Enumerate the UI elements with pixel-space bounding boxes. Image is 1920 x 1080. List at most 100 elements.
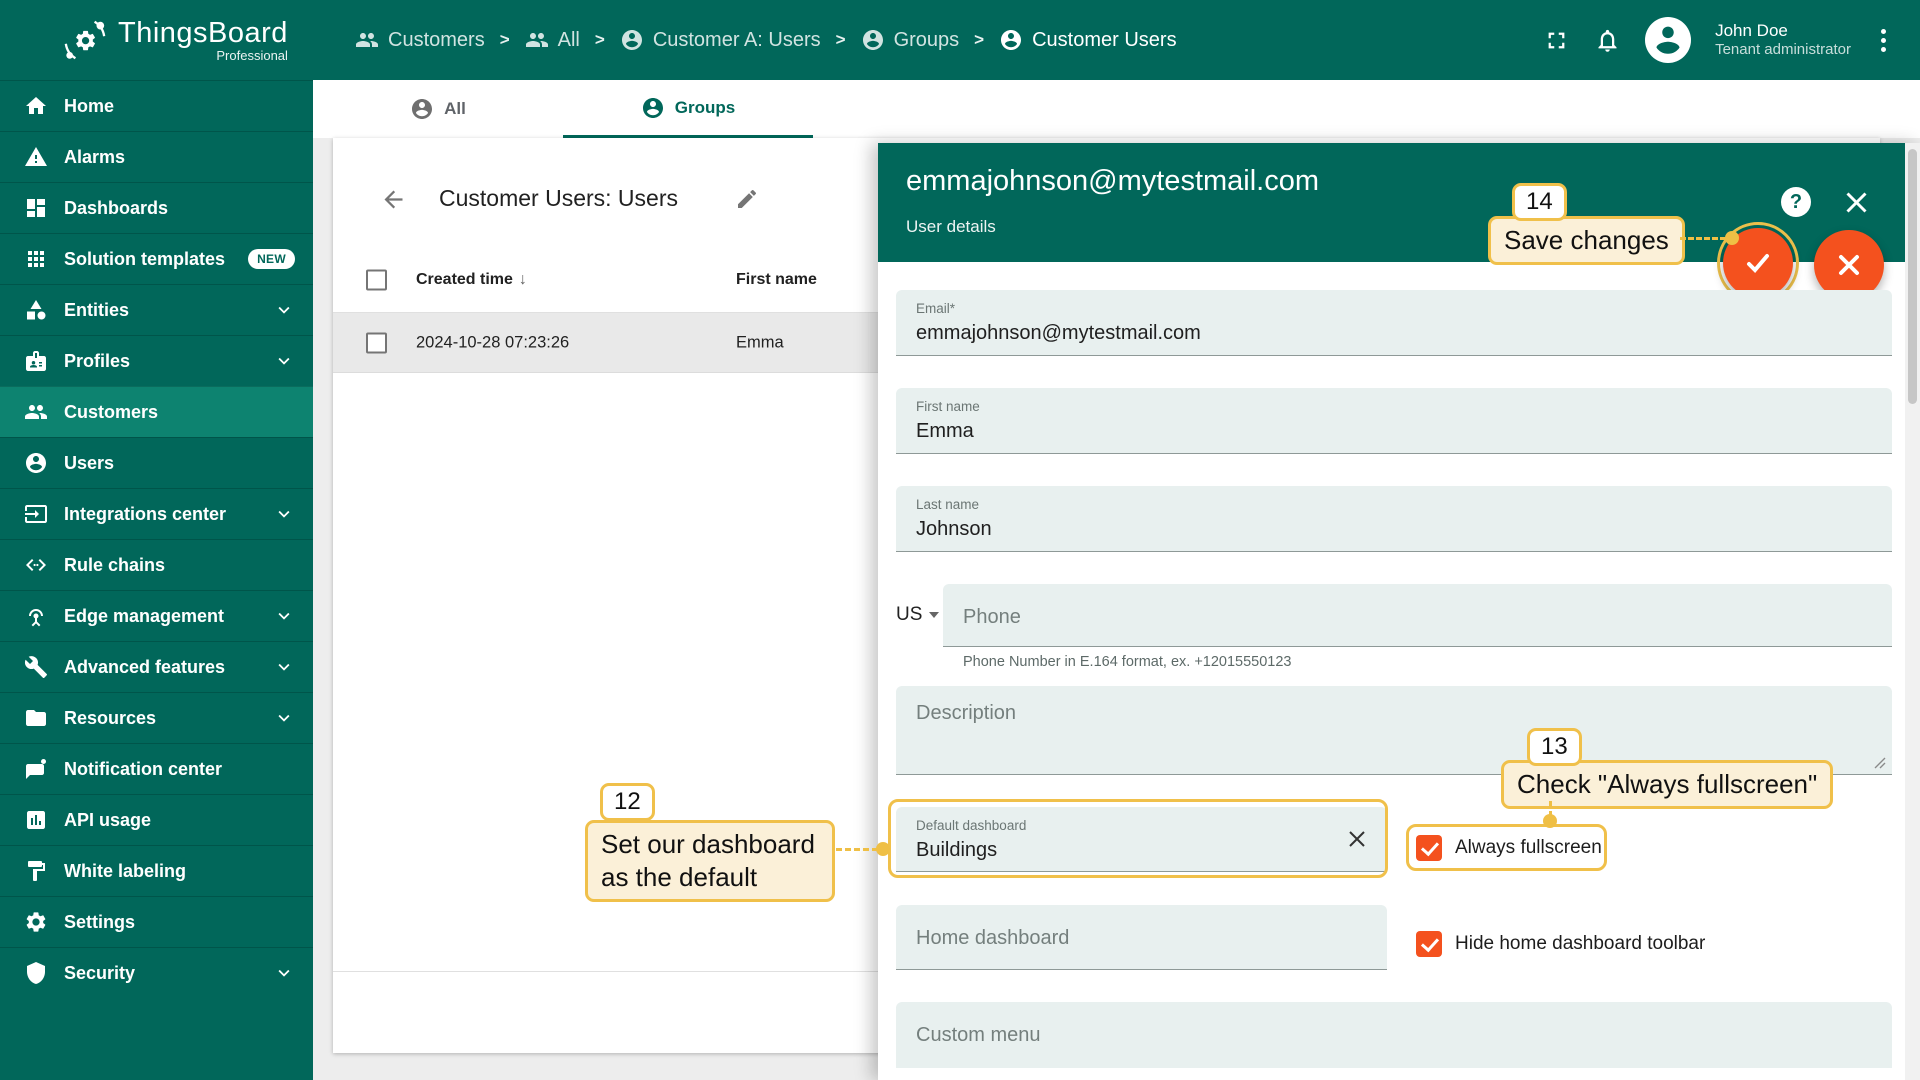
chevron-down-icon bbox=[278, 357, 290, 365]
sidebar-item-label: API usage bbox=[64, 809, 152, 830]
sidebar: ThingsBoard Professional Home Alarms Das… bbox=[0, 0, 313, 1080]
phone-field[interactable]: Phone bbox=[943, 584, 1892, 647]
sidebar-item-label: Advanced features bbox=[64, 656, 226, 677]
sidebar-item-api-usage[interactable]: API usage bbox=[0, 794, 313, 845]
home-dashboard-field[interactable]: Home dashboard bbox=[896, 905, 1387, 970]
sidebar-item-label: Alarms bbox=[64, 146, 126, 167]
breadcrumb-customer-a-users[interactable]: Customer A: Users bbox=[620, 28, 821, 52]
sidebar-item-alarms[interactable]: Alarms bbox=[0, 131, 313, 182]
checkbox-label: Hide home dashboard toolbar bbox=[1455, 933, 1706, 954]
user-info[interactable]: John Doe Tenant administrator bbox=[1715, 20, 1851, 60]
chart-box-icon bbox=[27, 811, 45, 829]
breadcrumb-separator: > bbox=[835, 30, 846, 49]
sidebar-item-settings[interactable]: Settings bbox=[0, 896, 313, 947]
step12-connector-dot bbox=[876, 842, 890, 856]
email-field[interactable]: Email* emmajohnson@mytestmail.com bbox=[896, 290, 1892, 356]
tools-icon bbox=[24, 656, 47, 678]
sidebar-item-integrations-center[interactable]: Integrations center bbox=[0, 488, 313, 539]
sidebar-item-label: Resources bbox=[64, 707, 157, 728]
account-icon bbox=[621, 30, 642, 50]
apps-icon bbox=[28, 251, 44, 267]
custom-menu-field[interactable]: Custom menu bbox=[896, 1002, 1892, 1068]
sidebar-item-notification-center[interactable]: Notification center bbox=[0, 743, 313, 794]
field-label: First name bbox=[916, 399, 980, 414]
sidebar-item-label: Solution templates bbox=[64, 248, 226, 269]
sidebar-item-home[interactable]: Home bbox=[0, 80, 313, 131]
chevron-down-icon bbox=[278, 969, 290, 977]
sidebar-item-customers[interactable]: Customers bbox=[0, 386, 313, 437]
breadcrumb-label: All bbox=[557, 28, 580, 51]
column-header-created-time[interactable]: Created time ↓ bbox=[416, 271, 527, 289]
sidebar-item-resources[interactable]: Resources bbox=[0, 692, 313, 743]
sidebar-item-rule-chains[interactable]: Rule chains bbox=[0, 539, 313, 590]
column-header-first-name[interactable]: First name bbox=[736, 271, 817, 289]
breadcrumb-customers[interactable]: Customers bbox=[355, 28, 485, 52]
breadcrumb-all[interactable]: All bbox=[525, 28, 580, 52]
back-arrow-icon[interactable] bbox=[380, 186, 407, 213]
kebab-menu-icon[interactable] bbox=[1875, 23, 1892, 58]
sidebar-item-solution-templates[interactable]: Solution templates NEW bbox=[0, 233, 313, 284]
sidebar-item-security[interactable]: Security bbox=[0, 947, 313, 998]
help-icon[interactable]: ? bbox=[1781, 187, 1811, 217]
people-icon bbox=[356, 33, 378, 47]
user-avatar[interactable] bbox=[1645, 17, 1692, 63]
table-title: Customer Users: Users bbox=[439, 185, 678, 211]
field-label: Email* bbox=[916, 301, 956, 316]
sidebar-item-users[interactable]: Users bbox=[0, 437, 313, 488]
badge-icon bbox=[26, 351, 46, 371]
tab-label: All bbox=[444, 99, 466, 118]
app-logo[interactable]: ThingsBoard Professional bbox=[0, 0, 313, 80]
first-name-field[interactable]: First name Emma bbox=[896, 388, 1892, 454]
select-all-checkbox[interactable] bbox=[366, 269, 387, 291]
panel-title: emmajohnson@mytestmail.com bbox=[906, 165, 1320, 197]
sidebar-item-edge-management[interactable]: Edge management bbox=[0, 590, 313, 641]
last-name-field[interactable]: Last name Johnson bbox=[896, 486, 1892, 552]
user-name: John Doe bbox=[1715, 21, 1788, 40]
edit-pencil-icon[interactable] bbox=[735, 187, 759, 211]
cell-first-name: Emma bbox=[736, 333, 784, 351]
tab-bar: All Groups bbox=[313, 80, 1920, 138]
tab-all[interactable]: All bbox=[313, 80, 563, 138]
shield-icon bbox=[27, 962, 45, 984]
sidebar-item-white-labeling[interactable]: White labeling bbox=[0, 845, 313, 896]
close-icon[interactable] bbox=[1843, 189, 1870, 216]
clear-field-icon[interactable] bbox=[1345, 827, 1369, 851]
warning-icon bbox=[25, 147, 47, 166]
dropdown-caret-icon bbox=[929, 612, 940, 618]
fullscreen-icon[interactable] bbox=[1543, 27, 1570, 54]
dashboards-icon bbox=[27, 199, 45, 217]
phone-country-select[interactable]: US bbox=[896, 584, 942, 646]
always-fullscreen-checkbox[interactable] bbox=[1416, 835, 1442, 861]
sidebar-item-entities[interactable]: Entities bbox=[0, 284, 313, 335]
breadcrumb-customer-users[interactable]: Customer Users bbox=[999, 28, 1177, 52]
resize-handle-icon[interactable] bbox=[1874, 757, 1886, 769]
breadcrumb-separator: > bbox=[499, 30, 510, 49]
gear-icon bbox=[26, 912, 46, 932]
breadcrumb-groups[interactable]: Groups bbox=[861, 28, 960, 52]
field-placeholder: Custom menu bbox=[916, 1024, 1041, 1046]
account-icon bbox=[1656, 26, 1680, 54]
hide-home-dashboard-toolbar-checkbox[interactable] bbox=[1416, 931, 1442, 957]
step13-connector-dot bbox=[1543, 814, 1557, 828]
sidebar-item-label: Customers bbox=[64, 401, 159, 422]
sidebar-item-label: Profiles bbox=[64, 350, 131, 371]
close-icon bbox=[1839, 255, 1859, 275]
sidebar-item-advanced-features[interactable]: Advanced features bbox=[0, 641, 313, 692]
sidebar-item-profiles[interactable]: Profiles bbox=[0, 335, 313, 386]
panel-scrollbar-thumb[interactable] bbox=[1908, 149, 1917, 404]
breadcrumb-label: Customer A: Users bbox=[652, 28, 821, 51]
breadcrumb-separator: > bbox=[594, 30, 605, 49]
tab-label: Groups bbox=[674, 97, 736, 117]
sidebar-item-label: Security bbox=[64, 962, 136, 983]
tab-groups[interactable]: Groups bbox=[563, 80, 813, 138]
step14-callout: Save changes bbox=[1488, 216, 1685, 266]
notifications-bell-icon[interactable] bbox=[1594, 27, 1621, 54]
panel-subtitle: User details bbox=[906, 217, 996, 236]
panel-scrollbar-track[interactable] bbox=[1905, 143, 1920, 1080]
breadcrumb-label: Groups bbox=[893, 28, 960, 51]
top-header: Customers > All > Customer A: Users > Gr… bbox=[313, 0, 1920, 80]
default-dashboard-field[interactable]: Default dashboard Buildings bbox=[896, 807, 1387, 872]
row-checkbox[interactable] bbox=[366, 332, 387, 353]
sidebar-item-dashboards[interactable]: Dashboards bbox=[0, 182, 313, 233]
integration-icon bbox=[25, 505, 47, 523]
